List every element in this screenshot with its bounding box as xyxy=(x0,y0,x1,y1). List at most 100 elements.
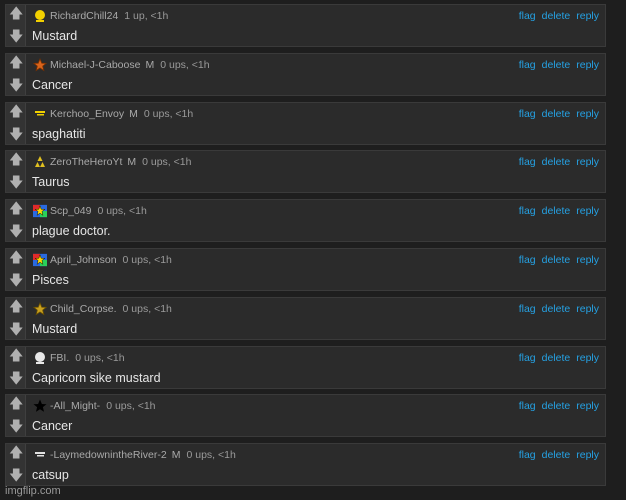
comment-item: 🡅 🡇 ZeroTheHeroYt M 0 ups, <1h flag delete r… xyxy=(5,150,606,194)
vote-count: 0 ups, <1h xyxy=(75,351,125,364)
vote-count: 0 ups, <1h xyxy=(142,156,192,169)
reply-button[interactable]: reply xyxy=(576,303,599,315)
downvote-button[interactable]: 🡇 xyxy=(9,176,23,190)
flag-button[interactable]: flag xyxy=(519,156,536,168)
username-link[interactable]: -All_Might- xyxy=(50,400,100,412)
delete-button[interactable]: delete xyxy=(542,108,571,120)
mod-badge: M xyxy=(127,156,137,169)
downvote-button[interactable]: 🡇 xyxy=(9,225,23,239)
downvote-button[interactable]: 🡇 xyxy=(9,323,23,337)
comment-text: Mustard xyxy=(32,29,78,43)
vote-column: 🡅 🡇 xyxy=(6,248,26,290)
flag-button[interactable]: flag xyxy=(519,59,536,71)
white-dash-icon[interactable] xyxy=(33,448,47,462)
comment-text: Capricorn sike mustard xyxy=(32,370,161,385)
upvote-button[interactable]: 🡅 xyxy=(9,202,23,216)
flag-button[interactable]: flag xyxy=(519,303,536,315)
username-link[interactable]: Michael-J-Caboose xyxy=(50,59,140,71)
comment-actions: flag delete reply xyxy=(513,254,599,266)
upvote-button[interactable]: 🡅 xyxy=(9,300,23,314)
flag-button[interactable]: flag xyxy=(519,205,536,217)
mod-badge: M xyxy=(129,107,138,120)
comment-text: Pisces xyxy=(32,272,69,287)
delete-button[interactable]: delete xyxy=(542,449,571,461)
vote-column: 🡅 🡇 xyxy=(6,200,26,242)
reply-button[interactable]: reply xyxy=(576,254,599,266)
comment-actions: flag delete reply xyxy=(513,400,599,412)
flag-button[interactable]: flag xyxy=(519,400,536,412)
downvote-button[interactable]: 🡇 xyxy=(9,128,23,142)
downvote-button[interactable]: 🡇 xyxy=(9,469,23,483)
upvote-button[interactable]: 🡅 xyxy=(9,7,23,21)
black-star-icon[interactable] xyxy=(33,399,47,413)
delete-button[interactable]: delete xyxy=(542,156,571,168)
vote-column: 🡅 🡇 xyxy=(6,102,26,144)
orange-star-icon[interactable] xyxy=(33,57,47,72)
username-link[interactable]: RichardChill24 xyxy=(50,10,118,22)
downvote-button[interactable]: 🡇 xyxy=(9,372,23,386)
comment-actions: flag delete reply xyxy=(513,59,599,71)
username-link[interactable]: Child_Corpse. xyxy=(50,303,117,315)
flag-button[interactable]: flag xyxy=(519,449,536,461)
username-link[interactable]: Scp_049 xyxy=(50,205,91,217)
comment-meta: RichardChill24 1 up, <1h xyxy=(50,10,168,22)
delete-button[interactable]: delete xyxy=(542,352,571,364)
username-link[interactable]: FBI. xyxy=(50,352,69,364)
flag-button[interactable]: flag xyxy=(519,352,536,364)
username-link[interactable]: -LaymedownintheRiver-2 xyxy=(50,449,167,461)
username-link[interactable]: Kerchoo_Envoy xyxy=(50,108,124,120)
upvote-button[interactable]: 🡅 xyxy=(9,251,23,265)
vote-count: 0 ups, <1h xyxy=(160,58,210,71)
downvote-button[interactable]: 🡇 xyxy=(9,274,23,288)
flag-button[interactable]: flag xyxy=(519,10,536,22)
reply-button[interactable]: reply xyxy=(576,59,599,71)
delete-button[interactable]: delete xyxy=(542,10,571,22)
delete-button[interactable]: delete xyxy=(542,400,571,412)
colorful-star-flag-icon[interactable] xyxy=(33,253,47,267)
yellow-dash-icon[interactable] xyxy=(33,107,47,121)
comment-meta: Child_Corpse. 0 ups, <1h xyxy=(50,303,172,315)
flag-button[interactable]: flag xyxy=(519,254,536,266)
triforce-icon[interactable] xyxy=(33,155,47,169)
reply-button[interactable]: reply xyxy=(576,449,599,461)
username-link[interactable]: April_Johnson xyxy=(50,254,117,266)
reply-button[interactable]: reply xyxy=(576,352,599,364)
upvote-button[interactable]: 🡅 xyxy=(9,56,23,70)
vote-count: 0 ups, <1h xyxy=(97,205,147,218)
vote-count: 0 ups, <1h xyxy=(122,253,172,266)
comment-item: 🡅 🡇 Kerchoo_Envoy M 0 ups, <1h flag delete r… xyxy=(5,101,606,145)
comment-meta: Michael-J-Caboose M 0 ups, <1h xyxy=(50,59,210,71)
username-link[interactable]: ZeroTheHeroYt xyxy=(50,156,122,168)
gold-star-icon[interactable] xyxy=(33,301,47,316)
flag-button[interactable]: flag xyxy=(519,108,536,120)
reply-button[interactable]: reply xyxy=(576,400,599,412)
delete-button[interactable]: delete xyxy=(542,254,571,266)
vote-count: 0 ups, <1h xyxy=(106,400,156,413)
upvote-button[interactable]: 🡅 xyxy=(9,446,23,460)
yellow-user-icon[interactable] xyxy=(33,9,47,23)
reply-button[interactable]: reply xyxy=(576,10,599,22)
comment-meta: Scp_049 0 ups, <1h xyxy=(50,205,147,217)
delete-button[interactable]: delete xyxy=(542,59,571,71)
downvote-button[interactable]: 🡇 xyxy=(9,30,23,44)
upvote-button[interactable]: 🡅 xyxy=(9,105,23,119)
comment-item: 🡅 🡇 Michael-J-Caboose M 0 ups, <1h flag del… xyxy=(5,52,606,96)
reply-button[interactable]: reply xyxy=(576,156,599,168)
comment-actions: flag delete reply xyxy=(513,449,599,461)
upvote-button[interactable]: 🡅 xyxy=(9,153,23,167)
downvote-button[interactable]: 🡇 xyxy=(9,79,23,93)
vote-column: 🡅 🡇 xyxy=(6,346,26,388)
upvote-button[interactable]: 🡅 xyxy=(9,349,23,363)
delete-button[interactable]: delete xyxy=(542,303,571,315)
vote-count: 0 ups, <1h xyxy=(122,302,172,315)
upvote-button[interactable]: 🡅 xyxy=(9,397,23,411)
delete-button[interactable]: delete xyxy=(542,205,571,217)
reply-button[interactable]: reply xyxy=(576,205,599,217)
white-user-icon[interactable] xyxy=(33,351,47,365)
comment-meta: -LaymedownintheRiver-2 M 0 ups, <1h xyxy=(50,449,236,461)
downvote-button[interactable]: 🡇 xyxy=(9,420,23,434)
vote-column: 🡅 🡇 xyxy=(6,5,26,46)
comment-text: spaghatiti xyxy=(32,126,86,141)
reply-button[interactable]: reply xyxy=(576,108,599,120)
colorful-star-flag-icon[interactable] xyxy=(33,204,47,218)
